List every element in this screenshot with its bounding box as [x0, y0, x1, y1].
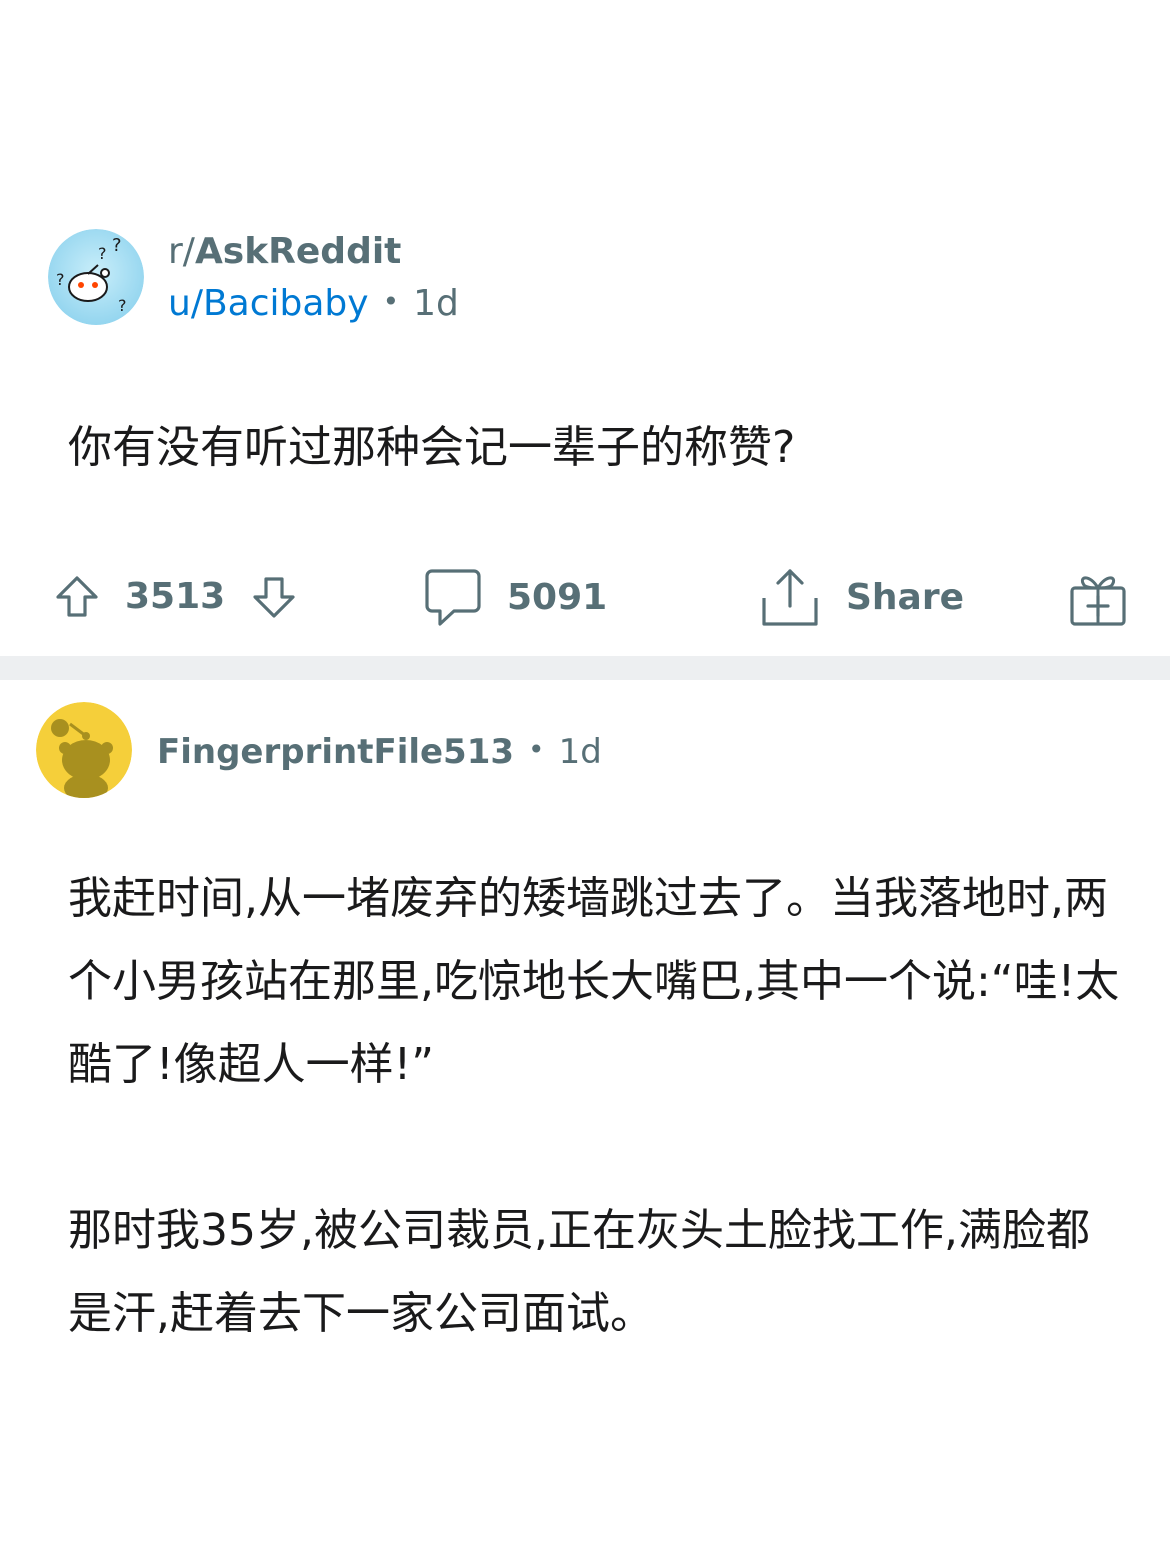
svg-text:?: ?	[98, 244, 107, 263]
svg-text:?: ?	[112, 235, 122, 256]
meta-separator: •	[382, 285, 400, 318]
comment-author-link[interactable]: FingerprintFile513	[157, 732, 514, 772]
upvote-count: 3513	[125, 576, 226, 617]
post-time: 1d	[413, 283, 459, 324]
reddit-post-page: ? ? ? ? r/AskReddit u/Bacibaby • 1d 你有没有听过…	[0, 0, 1170, 1560]
svg-text:?: ?	[56, 270, 65, 289]
comment-icon	[424, 568, 482, 628]
share-icon	[760, 568, 820, 628]
upvote-icon[interactable]	[54, 574, 100, 620]
post-meta: u/Bacibaby • 1d	[168, 280, 459, 326]
award-button[interactable]	[1068, 568, 1128, 628]
comment-count: 5091	[507, 577, 608, 618]
comment-paragraph: 我赶时间,从一堵废弃的矮墙跳过去了。当我落地时,两个小男孩站在那里,吃惊地长大嘴…	[68, 873, 1120, 1090]
comments-button[interactable]: 5091	[424, 568, 607, 628]
post-title[interactable]: 你有没有听过那种会记一辈子的称赞?	[68, 418, 795, 478]
subreddit-name[interactable]: r/AskReddit	[168, 230, 401, 274]
comment-time: 1d	[558, 732, 602, 772]
subreddit-avatar[interactable]: ? ? ? ?	[48, 229, 144, 325]
comment-body[interactable]: 我赶时间,从一堵废弃的矮墙跳过去了。当我落地时,两个小男孩站在那里,吃惊地长大嘴…	[68, 857, 1128, 1355]
share-label: Share	[846, 577, 965, 618]
comment-paragraph: 那时我35岁,被公司裁员,正在灰头土脸找工作,满脸都是汗,赶着去下一家公司面试。	[68, 1205, 1090, 1339]
svg-text:?: ?	[118, 296, 127, 315]
share-button[interactable]: Share	[760, 568, 964, 628]
downvote-icon[interactable]	[251, 574, 297, 620]
section-divider	[0, 656, 1170, 680]
vote-group: 3513	[54, 574, 297, 620]
meta-separator: •	[528, 733, 545, 766]
post-author-link[interactable]: u/Bacibaby	[168, 283, 369, 324]
award-icon	[1068, 568, 1128, 628]
comment-meta: FingerprintFile513 • 1d	[157, 728, 602, 774]
commenter-avatar[interactable]	[36, 702, 132, 798]
